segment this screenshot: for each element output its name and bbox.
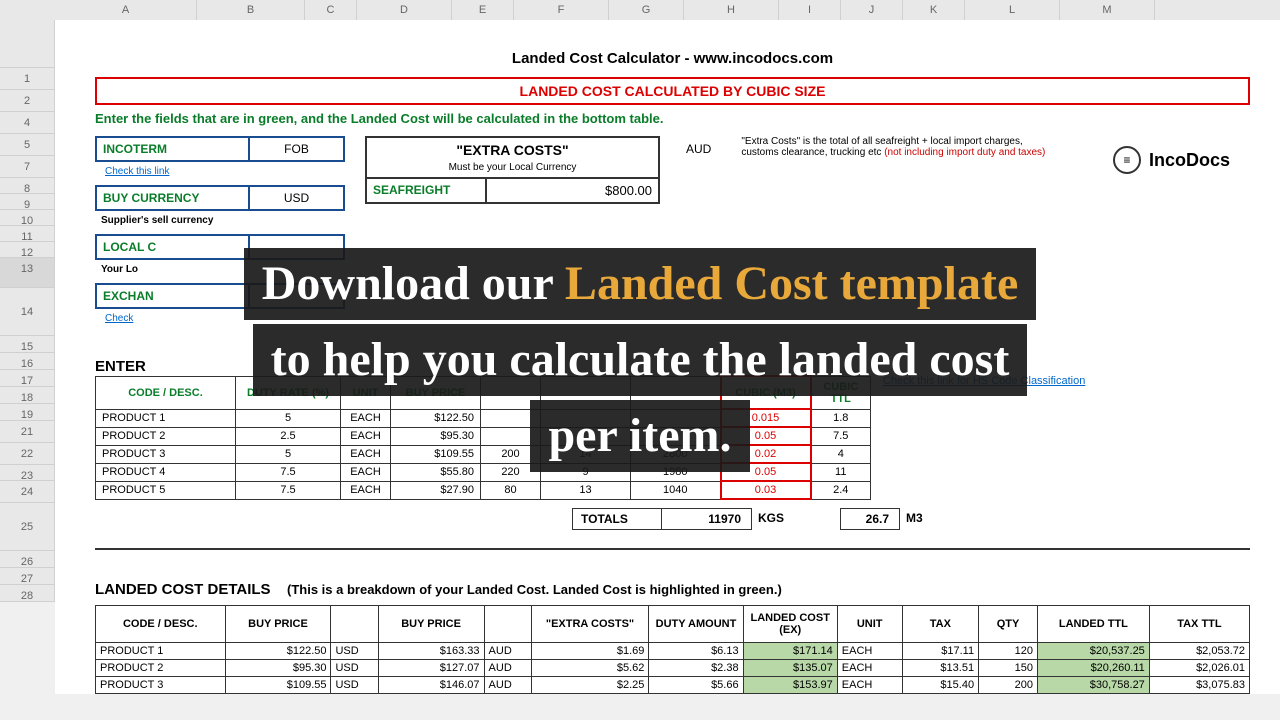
row-26[interactable]: 26 bbox=[0, 551, 55, 568]
col-J[interactable]: J bbox=[841, 0, 903, 20]
row-22[interactable]: 22 bbox=[0, 443, 55, 465]
buy-currency-value[interactable]: USD bbox=[250, 185, 345, 211]
row-21[interactable]: 21 bbox=[0, 421, 55, 443]
th-cur2 bbox=[484, 606, 531, 643]
totals-cubic: 26.7 bbox=[840, 508, 900, 530]
col-A[interactable]: A bbox=[55, 0, 197, 20]
banner: LANDED COST CALCULATED BY CUBIC SIZE bbox=[95, 77, 1250, 105]
separator bbox=[95, 548, 1250, 550]
document-icon: ≡ bbox=[1113, 146, 1141, 174]
details-title: LANDED COST DETAILS bbox=[95, 581, 271, 598]
row-27[interactable]: 27 bbox=[0, 568, 55, 585]
th-taxttl: TAX TTL bbox=[1149, 606, 1249, 643]
seafreight-value[interactable]: $800.00 bbox=[487, 179, 658, 202]
col-D[interactable]: D bbox=[357, 0, 452, 20]
totals-cubic-unit: M3 bbox=[900, 508, 929, 530]
col-E[interactable]: E bbox=[452, 0, 514, 20]
row-25[interactable]: 25 bbox=[0, 503, 55, 551]
landed-cost-details-table: CODE / DESC. BUY PRICE BUY PRICE "EXTRA … bbox=[95, 605, 1250, 694]
col-L[interactable]: L bbox=[965, 0, 1060, 20]
table-row[interactable]: PRODUCT 57.5EACH$27.90801310400.032.4 bbox=[96, 481, 871, 499]
th-buy1: BUY PRICE bbox=[225, 606, 331, 643]
col-G[interactable]: G bbox=[609, 0, 684, 20]
row-23[interactable]: 23 bbox=[0, 465, 55, 481]
th-code: CODE / DESC. bbox=[96, 606, 226, 643]
row-17[interactable]: 17 bbox=[0, 370, 55, 387]
table-row[interactable]: PRODUCT 2$95.30USD$127.07AUD$5.62$2.38$1… bbox=[96, 660, 1250, 677]
totals-weight-unit: KGS bbox=[752, 508, 790, 530]
th-duty: DUTY AMOUNT bbox=[649, 606, 743, 643]
row-15[interactable]: 15 bbox=[0, 336, 55, 353]
th-landed: LANDED COST (EX) bbox=[743, 606, 837, 643]
totals-label: TOTALS bbox=[572, 508, 662, 530]
row-1[interactable]: 1 bbox=[0, 68, 55, 90]
col-H[interactable]: H bbox=[684, 0, 779, 20]
table-row[interactable]: PRODUCT 3$109.55USD$146.07AUD$2.25$5.66$… bbox=[96, 677, 1250, 694]
th-landedttl: LANDED TTL bbox=[1037, 606, 1149, 643]
document-title: Landed Cost Calculator - www.incodocs.co… bbox=[95, 50, 1250, 67]
buy-currency-note: Supplier's sell currency bbox=[95, 213, 345, 232]
seafreight-currency: AUD bbox=[680, 136, 711, 156]
instruction-text: Enter the fields that are in green, and … bbox=[95, 111, 1250, 126]
totals-row: TOTALS 11970 KGS 26.7 M3 bbox=[95, 508, 1250, 530]
th-unit: UNIT bbox=[837, 606, 902, 643]
row-10[interactable]: 10 bbox=[0, 210, 55, 226]
row-2[interactable]: 2 bbox=[0, 90, 55, 112]
row-28[interactable]: 28 bbox=[0, 585, 55, 602]
incoterm-label: INCOTERM bbox=[95, 136, 250, 162]
row-4[interactable]: 4 bbox=[0, 112, 55, 134]
col-K[interactable]: K bbox=[903, 0, 965, 20]
col-I[interactable]: I bbox=[779, 0, 841, 20]
row-13[interactable]: 13 bbox=[0, 258, 55, 288]
row-5[interactable]: 5 bbox=[0, 134, 55, 156]
extra-description: "Extra Costs" is the total of all seafre… bbox=[741, 136, 1051, 158]
buy-currency-label: BUY CURRENCY bbox=[95, 185, 250, 211]
table-row[interactable]: PRODUCT 1$122.50USD$163.33AUD$1.69$6.13$… bbox=[96, 643, 1250, 660]
th-qty: QTY bbox=[979, 606, 1038, 643]
column-headers: A B C D E F G H I J K L M bbox=[0, 0, 1280, 20]
row-7[interactable]: 7 bbox=[0, 156, 55, 178]
th-tax: TAX bbox=[902, 606, 979, 643]
extra-costs-box: "EXTRA COSTS" Must be your Local Currenc… bbox=[365, 136, 660, 204]
col-F[interactable]: F bbox=[514, 0, 609, 20]
row-16[interactable]: 16 bbox=[0, 353, 55, 370]
col-M[interactable]: M bbox=[1060, 0, 1155, 20]
row-9[interactable]: 9 bbox=[0, 194, 55, 210]
row-12[interactable]: 12 bbox=[0, 242, 55, 258]
extra-title: "EXTRA COSTS" bbox=[367, 138, 658, 162]
col-C[interactable]: C bbox=[305, 0, 357, 20]
totals-weight: 11970 bbox=[662, 508, 752, 530]
extra-subtitle: Must be your Local Currency bbox=[367, 162, 658, 179]
details-note: (This is a breakdown of your Landed Cost… bbox=[287, 582, 782, 597]
row-24[interactable]: 24 bbox=[0, 481, 55, 503]
row-19[interactable]: 19 bbox=[0, 404, 55, 421]
row-14[interactable]: 14 bbox=[0, 288, 55, 336]
col-B[interactable]: B bbox=[197, 0, 305, 20]
th-extra: "EXTRA COSTS" bbox=[531, 606, 649, 643]
row-headers: 1 2 4 5 7 8 9 10 11 12 13 14 15 16 17 18… bbox=[0, 20, 55, 602]
row-8[interactable]: 8 bbox=[0, 178, 55, 194]
seafreight-label: SEAFREIGHT bbox=[367, 179, 487, 202]
incoterm-link[interactable]: Check this link bbox=[95, 164, 345, 183]
promo-overlay: Download our Landed Cost template to hel… bbox=[160, 246, 1120, 474]
incoterm-value[interactable]: FOB bbox=[250, 136, 345, 162]
th-cur1 bbox=[331, 606, 378, 643]
th-buy2: BUY PRICE bbox=[378, 606, 484, 643]
row-11[interactable]: 11 bbox=[0, 226, 55, 242]
incodocs-logo-side: ≡ IncoDocs bbox=[1113, 146, 1230, 174]
row-18[interactable]: 18 bbox=[0, 387, 55, 404]
